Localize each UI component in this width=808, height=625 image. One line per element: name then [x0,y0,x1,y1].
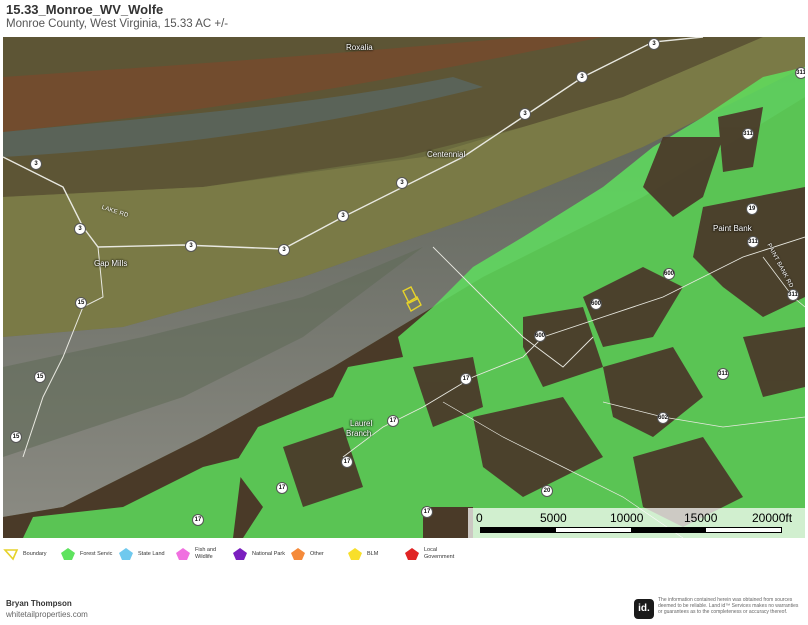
legend-item-local-government: Local Government [404,546,474,566]
scale-label: 15000 [684,511,718,525]
route-shield: 3 [648,38,660,50]
legend-item-state-land: State Land [118,546,178,566]
route-shield: 3 [519,108,531,120]
scale-label: 10000 [610,511,644,525]
route-shield: 600 [590,298,602,310]
route-shield: 3 [396,177,408,189]
place-laurel: Laurel [350,419,373,428]
route-shield: 17 [460,373,472,385]
route-shield: 3 [337,210,349,222]
satellite-terrain [3,37,805,538]
scale-label: 0 [476,511,483,525]
route-shield: 3 [185,240,197,252]
route-shield: 311 [787,289,799,301]
route-shield: 311 [747,236,759,248]
scale-bar-graphic [480,527,782,533]
scale-label: 20000ft [752,511,793,525]
landid-logo-icon: id. [634,599,654,619]
route-shield: 20 [541,485,553,497]
map-title: 15.33_Monroe_WV_Wolfe [6,2,164,17]
website-link[interactable]: whitetailproperties.com [6,610,88,619]
national-park-swatch-icon [233,548,247,560]
local-government-swatch-icon [405,548,419,560]
forest-swatch-icon [61,548,75,560]
route-shield: 17 [387,415,399,427]
map-subtitle: Monroe County, West Virginia, 15.33 AC +… [6,18,229,30]
route-shield: 311 [795,67,805,79]
legend-item-national-park: National Park [232,546,292,566]
place-centennial: Centennial [427,150,466,159]
disclaimer-text: The information contained herein was obt… [658,597,799,615]
place-branch: Branch [346,429,372,438]
fish-wildlife-swatch-icon [176,548,190,560]
place-roxalia: Roxalia [346,43,373,52]
route-shield: 15 [75,297,87,309]
route-shield: 17 [276,482,288,494]
route-shield: 17 [341,456,353,468]
route-shield: 602 [657,412,669,424]
route-shield: 600 [534,330,546,342]
route-shield: 17 [421,506,433,518]
scale-label: 5000 [540,511,567,525]
route-shield: 3 [74,223,86,235]
route-shield: 19 [746,203,758,215]
route-shield: 17 [192,514,204,526]
route-shield: 3 [576,71,588,83]
legend-item-boundary: Boundary [3,546,63,566]
legend-item-fish-wildlife: Fish and Wildlife [175,546,235,566]
legend: Boundary Forest Servic State Land Fish a… [3,546,803,566]
route-shield: 311 [717,368,729,380]
route-shield: 3 [278,244,290,256]
route-shield: 3 [30,158,42,170]
blm-swatch-icon [348,548,362,560]
map-canvas[interactable]: Roxalia Centennial Gap Mills Paint Bank … [3,37,805,538]
legend-item-other: Other [290,546,350,566]
state-land-swatch-icon [119,548,133,560]
route-shield: 600 [663,268,675,280]
scale-bar: 0 5000 10000 15000 20000ft [468,508,805,538]
route-shield: 15 [34,371,46,383]
other-swatch-icon [291,548,305,560]
legend-item-blm: BLM [347,546,407,566]
route-shield: 15 [10,431,22,443]
boundary-swatch-icon [3,549,19,561]
legend-item-forest-service: Forest Servic [60,546,120,566]
place-paint-bank: Paint Bank [713,224,752,233]
agent-name: Bryan Thompson [6,599,72,608]
route-shield: 311 [742,128,754,140]
place-gap-mills: Gap Mills [94,259,128,268]
